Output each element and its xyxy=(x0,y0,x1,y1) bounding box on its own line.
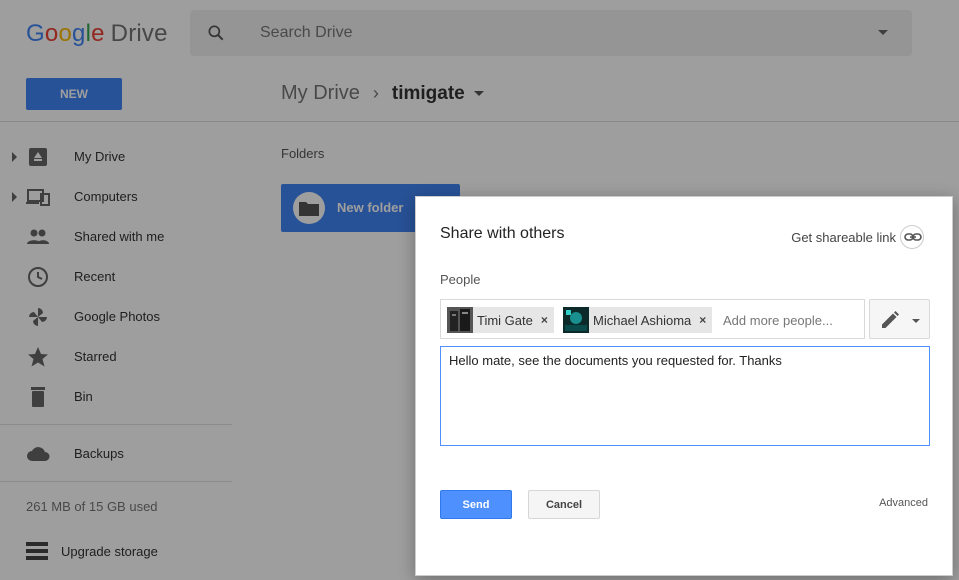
cancel-button[interactable]: Cancel xyxy=(528,490,600,519)
add-people-input[interactable] xyxy=(723,311,858,329)
get-shareable-link[interactable]: Get shareable link xyxy=(791,225,924,249)
avatar xyxy=(447,307,473,333)
recipient-name: Michael Ashioma xyxy=(593,312,692,328)
recipient-chip[interactable]: Michael Ashioma × xyxy=(563,307,713,333)
pencil-icon xyxy=(882,311,899,328)
link-button[interactable] xyxy=(900,225,924,249)
recipient-chip[interactable]: Timi Gate × xyxy=(447,307,554,333)
share-dialog: Share with others Get shareable link Peo… xyxy=(415,196,953,576)
people-label: People xyxy=(440,272,481,287)
send-button[interactable]: Send xyxy=(440,490,512,519)
chevron-down-icon xyxy=(912,319,920,323)
link-icon xyxy=(904,233,922,241)
dialog-title: Share with others xyxy=(440,225,565,242)
permission-dropdown-button[interactable] xyxy=(869,299,930,339)
recipient-name: Timi Gate xyxy=(477,312,533,328)
message-textarea[interactable]: Hello mate, see the documents you reques… xyxy=(440,346,930,446)
get-shareable-link-label: Get shareable link xyxy=(791,229,896,245)
people-input-box[interactable]: Timi Gate × Michael Ashioma × xyxy=(440,299,865,339)
remove-recipient-icon[interactable]: × xyxy=(699,313,706,327)
remove-recipient-icon[interactable]: × xyxy=(541,313,548,327)
advanced-link[interactable]: Advanced xyxy=(879,497,928,509)
avatar xyxy=(563,307,589,333)
